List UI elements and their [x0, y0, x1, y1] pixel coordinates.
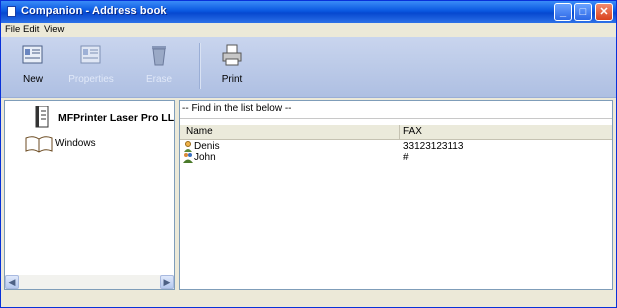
new-button[interactable]: New	[9, 41, 57, 93]
toolbar: New Properties Erase Print	[1, 37, 616, 98]
contact-name: John	[194, 152, 216, 163]
properties-label: Properties	[68, 74, 114, 85]
scroll-left-icon[interactable]: ◀	[5, 275, 19, 289]
contact-fax: #	[403, 152, 409, 163]
contact-name: Denis	[194, 141, 220, 152]
menu-bar: File Edit View	[1, 23, 616, 37]
status-bar	[1, 292, 616, 307]
title-bar[interactable]: Companion - Address book _ □ ✕	[1, 1, 616, 23]
properties-icon	[80, 45, 101, 64]
find-input[interactable]: -- Find in the list below --	[180, 101, 612, 119]
table-row[interactable]: Denis 33123123113	[180, 141, 612, 152]
maximize-icon: □	[579, 6, 587, 18]
column-header-name[interactable]: Name	[186, 126, 213, 137]
tree-item-windows[interactable]: Windows	[55, 138, 96, 149]
column-header-fax[interactable]: FAX	[403, 126, 422, 137]
print-button[interactable]: Print	[208, 41, 256, 93]
tree-item-mfprinter[interactable]: MFPrinter Laser Pro LL	[58, 112, 174, 124]
menu-view[interactable]: View	[44, 24, 64, 35]
erase-label: Erase	[145, 74, 173, 85]
table-row[interactable]: John #	[180, 152, 612, 163]
menu-file[interactable]: File	[5, 24, 20, 35]
address-book-tree: MFPrinter Laser Pro LL Windows ◀ ▶	[4, 100, 175, 290]
close-button[interactable]: ✕	[595, 3, 613, 21]
contact-list-pane: -- Find in the list below -- Name FAX De…	[179, 100, 613, 290]
contact-fax: 33123123113	[403, 141, 464, 152]
group-icon	[183, 153, 193, 163]
app-icon	[7, 6, 16, 17]
minimize-icon: _	[559, 6, 567, 18]
new-label: New	[22, 74, 43, 85]
minimize-button[interactable]: _	[554, 3, 572, 21]
properties-button[interactable]: Properties	[67, 41, 115, 93]
trash-icon	[152, 46, 166, 66]
window-title: Companion - Address book	[21, 5, 167, 17]
scroll-right-icon[interactable]: ▶	[160, 275, 174, 289]
toolbar-separator	[199, 43, 201, 89]
open-book-icon	[25, 136, 53, 153]
list-header: Name FAX	[180, 125, 612, 140]
maximize-button[interactable]: □	[574, 3, 592, 21]
close-icon: ✕	[599, 6, 609, 18]
person-icon	[184, 141, 192, 152]
find-placeholder: -- Find in the list below --	[182, 103, 292, 114]
column-divider	[399, 125, 400, 139]
new-contact-icon	[22, 45, 43, 64]
erase-button[interactable]: Erase	[135, 41, 183, 93]
address-book-window: Companion - Address book _ □ ✕ File Edit…	[0, 0, 617, 308]
print-label: Print	[221, 74, 243, 85]
printer-icon	[222, 44, 242, 66]
horizontal-scrollbar[interactable]: ◀ ▶	[5, 275, 174, 289]
printer-book-icon	[35, 106, 49, 128]
menu-edit[interactable]: Edit	[23, 24, 39, 35]
